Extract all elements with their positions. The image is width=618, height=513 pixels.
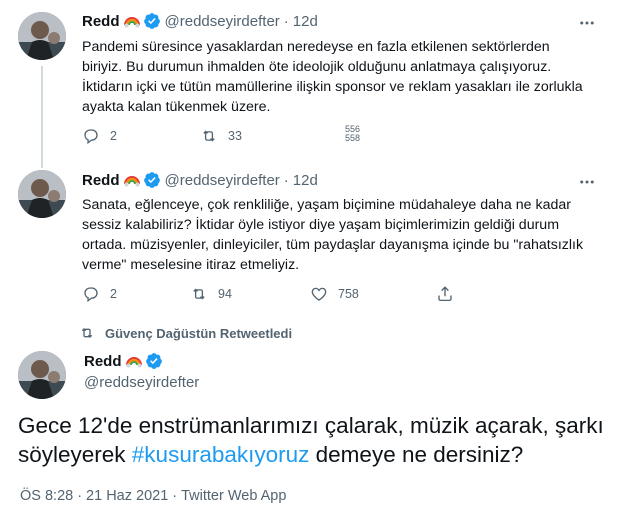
tweet-2[interactable]: Redd @reddseyirdefter · 12d Sanata, eğle…: [0, 160, 618, 310]
timestamp[interactable]: 12d: [293, 172, 318, 189]
separator-dot: ·: [283, 171, 289, 189]
tweet-header: Redd @reddseyirdefter · 12d: [82, 12, 318, 30]
retweet-icon: [193, 288, 205, 300]
tweet-actions: 2 33: [82, 127, 318, 145]
rainbow-emoji-icon: [125, 353, 142, 369]
retweet-button[interactable]: 94: [190, 285, 310, 303]
tweet-meta: ÖS 8:28 · 21 Haz 2021 · Twitter Web App: [20, 488, 286, 504]
reply-count: 2: [110, 129, 117, 143]
tweet-text: Pandemi süresince yasaklardan neredeyse …: [82, 39, 583, 115]
separator-dot: ·: [283, 12, 289, 30]
display-name[interactable]: Redd: [82, 172, 120, 189]
handle[interactable]: @reddseyirdefter: [84, 374, 199, 391]
reply-button[interactable]: 2: [82, 127, 200, 145]
reply-button[interactable]: 2: [82, 285, 190, 303]
verified-badge-icon: [145, 352, 163, 370]
like-button[interactable]: 758: [310, 285, 436, 303]
tweet-1[interactable]: Redd @reddseyirdefter · 12d Pandemi süre…: [0, 0, 618, 160]
retweet-count: 33: [228, 129, 242, 143]
verified-badge-icon: [143, 171, 161, 189]
rainbow-emoji-icon: [123, 172, 140, 188]
retweet-button[interactable]: 33: [200, 127, 318, 145]
retweet-count: 94: [218, 287, 232, 301]
post-time[interactable]: ÖS 8:28: [20, 488, 73, 504]
more-dots-icon[interactable]: [576, 171, 598, 193]
avatar[interactable]: [18, 351, 66, 399]
handle[interactable]: @reddseyirdefter: [165, 172, 280, 189]
timestamp[interactable]: 12d: [293, 13, 318, 30]
text-segment: demeye ne dersiniz?: [309, 442, 524, 467]
share-button[interactable]: [436, 285, 454, 303]
retweet-icon: [81, 328, 93, 338]
heart-icon: [311, 287, 327, 301]
main-display-name[interactable]: Redd: [84, 352, 163, 370]
source-app[interactable]: Twitter Web App: [181, 488, 286, 504]
retweeted-by[interactable]: Güvenç Dağüstün Retweetledi: [81, 325, 293, 341]
avatar[interactable]: [18, 12, 66, 60]
share-icon: [438, 286, 452, 302]
display-name[interactable]: Redd: [84, 353, 122, 370]
reply-count: 2: [110, 287, 117, 301]
post-date[interactable]: 21 Haz 2021: [86, 488, 168, 504]
like-count-rolling: 556 558: [345, 124, 361, 143]
reply-icon: [84, 287, 98, 303]
main-tweet-text: Gece 12'de enstrümanlarımızı çalarak, mü…: [18, 411, 608, 469]
like-count: 758: [338, 287, 359, 301]
retweet-icon: [203, 130, 215, 142]
more-dots-icon[interactable]: [576, 12, 598, 34]
handle[interactable]: @reddseyirdefter: [165, 13, 280, 30]
rainbow-emoji-icon: [123, 13, 140, 29]
tweet-header: Redd @reddseyirdefter · 12d: [82, 171, 318, 189]
verified-badge-icon: [143, 12, 161, 30]
tweet-actions: 2 94 758: [82, 285, 454, 303]
separator-dot: ·: [172, 488, 178, 504]
separator-dot: ·: [77, 488, 83, 504]
avatar[interactable]: [18, 170, 66, 218]
retweeted-by-label: Güvenç Dağüstün Retweetledi: [105, 325, 293, 341]
reply-icon: [84, 129, 98, 145]
display-name[interactable]: Redd: [82, 13, 120, 30]
hashtag-link[interactable]: #kusurabakıyoruz: [132, 442, 310, 467]
tweet-text: Sanata, eğlenceye, çok renkliliğe, yaşam…: [82, 197, 584, 273]
